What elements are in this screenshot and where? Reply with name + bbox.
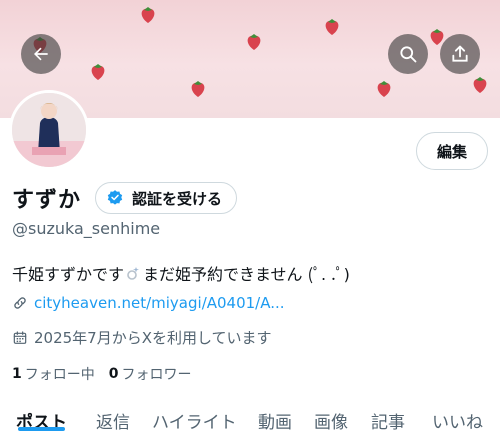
user-handle: @suzuka_senhime	[12, 219, 161, 238]
verified-badge-icon	[107, 190, 123, 205]
tab-videos[interactable]: 動画	[258, 396, 292, 433]
search-icon	[400, 46, 417, 63]
tab-likes[interactable]: いいね	[432, 396, 483, 433]
get-verified-label: 認証を受ける	[132, 189, 223, 208]
strawberry-icon	[325, 19, 339, 35]
following-label: フォロー中	[24, 367, 95, 383]
calendar-icon	[13, 330, 27, 344]
link-icon	[14, 297, 26, 309]
get-verified-button[interactable]: 認証を受ける	[95, 182, 238, 214]
profile-bio: 千姫すずかです まだ姫予約できません (ﾟ. .ﾟ)	[12, 261, 350, 285]
tab-articles[interactable]: 記事	[371, 396, 405, 433]
sparkle-ring-icon	[127, 267, 140, 280]
back-button[interactable]	[21, 34, 61, 74]
tab-posts[interactable]: ポスト	[16, 396, 67, 433]
joined-date-text: 2025年7月からXを利用しています	[34, 329, 272, 347]
joined-date-row: 2025年7月からXを利用しています	[12, 327, 272, 348]
edit-profile-button[interactable]: 編集	[416, 132, 488, 170]
profile-website-link[interactable]: cityheaven.net/miyagi/A0401/A...	[34, 294, 285, 312]
bio-text-start: 千姫すずかです	[12, 265, 125, 284]
share-button[interactable]	[440, 34, 480, 74]
strawberry-icon	[473, 77, 487, 93]
profile-link-row: cityheaven.net/miyagi/A0401/A...	[12, 294, 285, 312]
avatar[interactable]	[9, 90, 89, 170]
followers-count: 0	[108, 366, 119, 382]
tab-highlights[interactable]: ハイライト	[152, 396, 237, 433]
strawberry-icon	[191, 81, 205, 97]
share-icon	[452, 45, 468, 62]
follow-stats: 1 フォロー中 0 フォロワー	[12, 364, 206, 384]
followers-link[interactable]: 0 フォロワー	[109, 364, 192, 384]
strawberry-icon	[247, 34, 261, 50]
bio-text-end: まだ姫予約できません (ﾟ. .ﾟ)	[143, 265, 350, 284]
following-link[interactable]: 1 フォロー中	[12, 364, 95, 384]
followers-label: フォロワー	[121, 367, 192, 383]
following-count: 1	[12, 366, 22, 382]
display-name: すずか	[12, 188, 82, 213]
strawberry-icon	[141, 7, 155, 23]
search-button[interactable]	[388, 34, 428, 74]
name-row: すずか 認証を受ける	[12, 182, 238, 214]
profile-tabs: ポスト 返信 ハイライト 動画 画像 記事 いいね	[0, 396, 500, 445]
avatar-photo	[12, 93, 86, 167]
tab-replies[interactable]: 返信	[96, 396, 130, 433]
arrow-left-icon	[34, 47, 48, 61]
tab-images[interactable]: 画像	[314, 396, 348, 433]
strawberry-icon	[91, 64, 105, 80]
strawberry-icon	[377, 81, 391, 97]
